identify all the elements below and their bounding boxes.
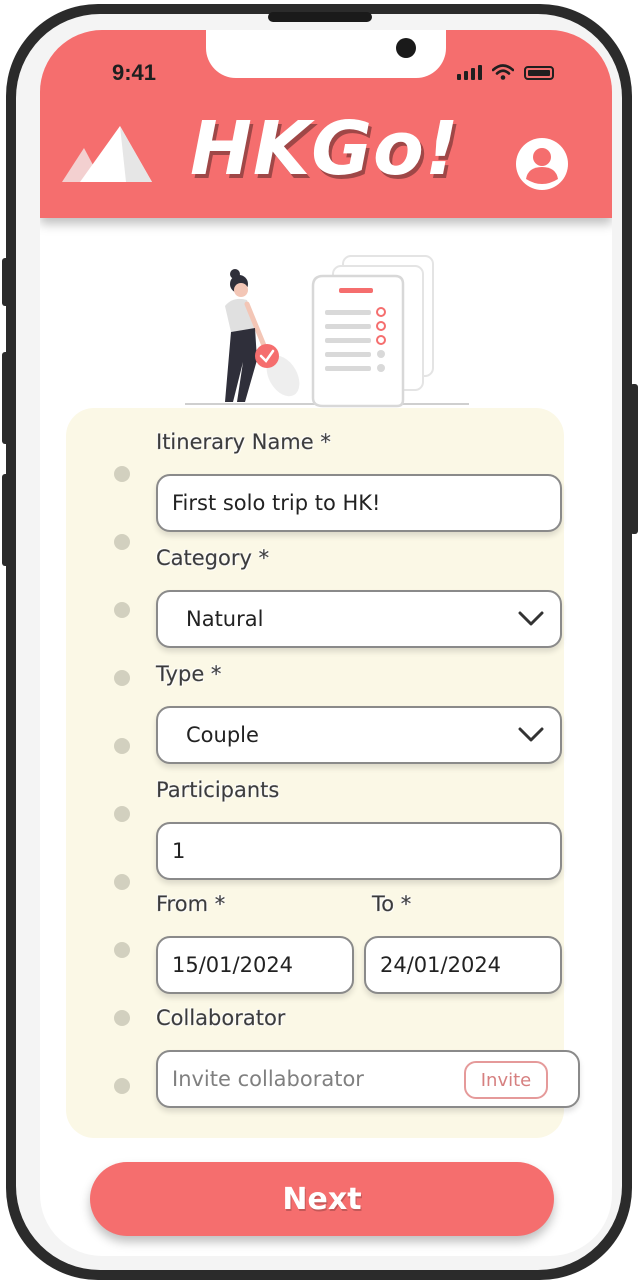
user-avatar-icon[interactable] [514,136,570,192]
category-select[interactable]: Natural [156,590,562,648]
volume-down-button [2,474,10,566]
type-label: Type * [156,662,222,686]
signal-icon [457,64,482,80]
notebook-dot [114,1010,130,1026]
notebook-dot [114,1078,130,1094]
mute-switch [2,258,10,306]
type-select[interactable]: Couple [156,706,562,764]
chevron-down-icon [518,611,544,626]
itinerary-form-card: Itinerary Name * First solo trip to HK! … [66,408,580,1138]
itinerary-name-label: Itinerary Name * [156,430,331,454]
notebook-dot [114,806,130,822]
app-title: HKGo! [190,106,460,192]
from-label: From * [156,892,226,916]
notebook-dot [114,602,130,618]
to-date-input[interactable]: 24/01/2024 [364,936,562,994]
status-time: 9:41 [112,60,157,85]
next-button[interactable]: Next [90,1162,554,1236]
notebook-dot [114,534,130,550]
participants-input[interactable]: 1 [156,822,562,880]
participants-label: Participants [156,778,280,802]
collaborator-input[interactable]: Invite collaborator Invite [156,1050,580,1108]
to-date-value: 24/01/2024 [380,953,502,977]
from-date-value: 15/01/2024 [172,953,294,977]
type-value: Couple [186,723,259,747]
itinerary-name-value: First solo trip to HK! [172,491,381,515]
power-button [630,384,638,534]
app-header: 9:41 HKGo! [40,30,612,218]
speaker-grille [268,12,372,22]
mountain-icon [62,126,152,182]
planning-illustration [185,255,469,408]
volume-up-button [2,352,10,444]
collaborator-placeholder: Invite collaborator [172,1067,364,1091]
app-screen: 9:41 HKGo! Itinerary Name * First solo t… [40,30,612,1256]
to-label: To * [372,892,412,916]
notebook-dot [114,466,130,482]
chevron-down-icon [518,727,544,742]
participants-value: 1 [172,839,186,863]
notebook-dot [114,738,130,754]
collaborator-label: Collaborator [156,1006,286,1030]
wifi-icon [492,64,514,80]
notebook-dot [114,874,130,890]
category-value: Natural [186,607,264,631]
notebook-dot [114,942,130,958]
category-label: Category * [156,546,270,570]
status-icons [457,64,554,80]
front-camera [396,38,416,58]
invite-button[interactable]: Invite [464,1061,548,1099]
notch [206,30,446,78]
itinerary-name-input[interactable]: First solo trip to HK! [156,474,562,532]
from-date-input[interactable]: 15/01/2024 [156,936,354,994]
notebook-dot [114,670,130,686]
battery-icon [524,66,554,80]
